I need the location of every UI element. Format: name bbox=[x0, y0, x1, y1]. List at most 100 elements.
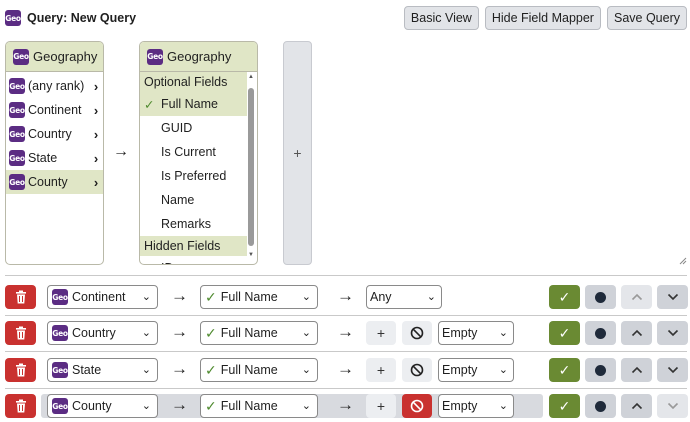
chevron-down-icon: ⌄ bbox=[498, 327, 508, 339]
operator-select-value: Empty bbox=[442, 399, 478, 413]
trash-icon bbox=[15, 399, 26, 413]
divider bbox=[5, 351, 687, 352]
field-remarks[interactable]: Remarks bbox=[140, 212, 247, 236]
chevron-down-icon bbox=[667, 329, 678, 337]
table-select-value: County bbox=[72, 399, 112, 413]
operator-select-value: Empty bbox=[442, 326, 478, 340]
tree-panel-title: Geography bbox=[33, 49, 98, 64]
delete-line-button[interactable] bbox=[5, 394, 36, 418]
move-up-button[interactable] bbox=[621, 394, 652, 418]
chevron-right-icon: › bbox=[93, 126, 99, 142]
delete-line-button[interactable] bbox=[5, 358, 36, 382]
checkmark-icon: ✓ bbox=[205, 361, 217, 378]
scroll-up-icon[interactable]: ▲ bbox=[247, 74, 255, 82]
sort-toggle-button[interactable] bbox=[585, 358, 616, 382]
operator-select[interactable]: Empty ⌄ bbox=[438, 358, 514, 382]
chevron-down-icon: ⌄ bbox=[141, 327, 151, 339]
geography-icon: Geo bbox=[9, 78, 25, 94]
table-select[interactable]: Geo Country ⌄ bbox=[47, 321, 158, 345]
operator-select[interactable]: Empty ⌄ bbox=[438, 394, 514, 418]
tree-item-state[interactable]: Geo State › bbox=[6, 146, 103, 170]
circle-icon bbox=[595, 291, 606, 303]
field-full-name[interactable]: ✓ Full Name bbox=[140, 92, 247, 116]
sort-toggle-button[interactable] bbox=[585, 285, 616, 309]
query-line: Geo County ⌄ → ✓ Full Name ⌄ → + Empty ⌄… bbox=[5, 390, 688, 422]
checkmark-icon: ✓ bbox=[205, 324, 217, 341]
chevron-up-icon bbox=[631, 293, 642, 301]
field-is-preferred[interactable]: Is Preferred bbox=[140, 164, 247, 188]
field-is-current[interactable]: Is Current bbox=[140, 140, 247, 164]
geography-icon: Geo bbox=[52, 398, 68, 414]
field-name[interactable]: Name bbox=[140, 188, 247, 212]
circle-icon bbox=[595, 327, 606, 339]
arrow-right-icon: → bbox=[171, 322, 188, 341]
move-down-button[interactable] bbox=[657, 394, 688, 418]
negate-button[interactable] bbox=[402, 321, 432, 345]
fields-scrollbar[interactable]: ▲ ▼ bbox=[247, 74, 255, 260]
circle-icon bbox=[595, 400, 606, 412]
show-field-toggle[interactable]: ✓ bbox=[549, 358, 580, 382]
field-select[interactable]: ✓ Full Name ⌄ bbox=[200, 285, 318, 309]
move-down-button[interactable] bbox=[657, 358, 688, 382]
table-select[interactable]: Geo Continent ⌄ bbox=[47, 285, 158, 309]
delete-line-button[interactable] bbox=[5, 285, 36, 309]
show-field-toggle[interactable]: ✓ bbox=[549, 321, 580, 345]
trash-icon bbox=[15, 363, 26, 377]
sort-toggle-button[interactable] bbox=[585, 321, 616, 345]
hide-field-mapper-button[interactable]: Hide Field Mapper bbox=[484, 6, 601, 30]
move-up-button[interactable] bbox=[621, 358, 652, 382]
chevron-up-icon bbox=[631, 329, 642, 337]
delete-line-button[interactable] bbox=[5, 321, 36, 345]
field-select[interactable]: ✓ Full Name ⌄ bbox=[200, 321, 318, 345]
add-field-button[interactable]: + bbox=[283, 41, 312, 265]
chevron-down-icon bbox=[667, 366, 678, 374]
negate-button[interactable] bbox=[402, 394, 432, 418]
scroll-down-icon[interactable]: ▼ bbox=[247, 252, 255, 260]
page-title: Query: New Query bbox=[27, 11, 137, 25]
table-select-value: Continent bbox=[72, 290, 126, 304]
geography-icon: Geo bbox=[9, 174, 25, 190]
show-field-toggle[interactable]: ✓ bbox=[549, 394, 580, 418]
arrow-right-icon: → bbox=[171, 395, 188, 414]
negate-button[interactable] bbox=[402, 358, 432, 382]
hidden-fields-heading: Hidden Fields bbox=[140, 236, 247, 256]
move-down-button[interactable] bbox=[657, 285, 688, 309]
move-up-button[interactable] bbox=[621, 321, 652, 345]
field-select[interactable]: ✓ Full Name ⌄ bbox=[200, 394, 318, 418]
query-line: Geo State ⌄ → ✓ Full Name ⌄ → + Empty ⌄ … bbox=[5, 354, 688, 389]
operator-select[interactable]: Empty ⌄ bbox=[438, 321, 514, 345]
table-select[interactable]: Geo State ⌄ bbox=[47, 358, 158, 382]
field-id[interactable]: ID bbox=[140, 256, 247, 264]
geography-icon: Geo bbox=[52, 362, 68, 378]
table-select[interactable]: Geo County ⌄ bbox=[47, 394, 158, 418]
add-value-button[interactable]: + bbox=[366, 394, 396, 418]
chevron-right-icon: › bbox=[93, 174, 99, 190]
tree-item-county[interactable]: Geo County › bbox=[6, 170, 103, 194]
add-value-button[interactable]: + bbox=[366, 321, 396, 345]
chevron-down-icon: ⌄ bbox=[301, 327, 311, 339]
move-down-button[interactable] bbox=[657, 321, 688, 345]
field-guid[interactable]: GUID bbox=[140, 116, 247, 140]
move-up-button[interactable] bbox=[621, 285, 652, 309]
resize-handle-icon[interactable] bbox=[679, 257, 687, 265]
scrollbar-thumb[interactable] bbox=[248, 88, 254, 246]
tree-item-any-rank[interactable]: Geo (any rank) › bbox=[6, 74, 103, 98]
tree-item-country[interactable]: Geo Country › bbox=[6, 122, 103, 146]
chevron-down-icon bbox=[667, 402, 678, 410]
checkmark-icon: ✓ bbox=[558, 361, 571, 378]
circle-icon bbox=[595, 364, 606, 376]
field-select[interactable]: ✓ Full Name ⌄ bbox=[200, 358, 318, 382]
checkmark-icon: ✓ bbox=[558, 324, 571, 341]
arrow-right-icon: → bbox=[337, 286, 354, 305]
table-select-value: Country bbox=[72, 326, 116, 340]
sort-toggle-button[interactable] bbox=[585, 394, 616, 418]
optional-fields-heading: Optional Fields bbox=[140, 72, 247, 92]
add-value-button[interactable]: + bbox=[366, 358, 396, 382]
basic-view-button[interactable]: Basic View bbox=[403, 6, 479, 30]
show-field-toggle[interactable]: ✓ bbox=[549, 285, 580, 309]
operator-select[interactable]: Any ⌄ bbox=[366, 285, 442, 309]
operator-select-value: Empty bbox=[442, 363, 478, 377]
save-query-button[interactable]: Save Query bbox=[606, 6, 687, 30]
chevron-up-icon bbox=[631, 402, 642, 410]
tree-item-continent[interactable]: Geo Continent › bbox=[6, 98, 103, 122]
